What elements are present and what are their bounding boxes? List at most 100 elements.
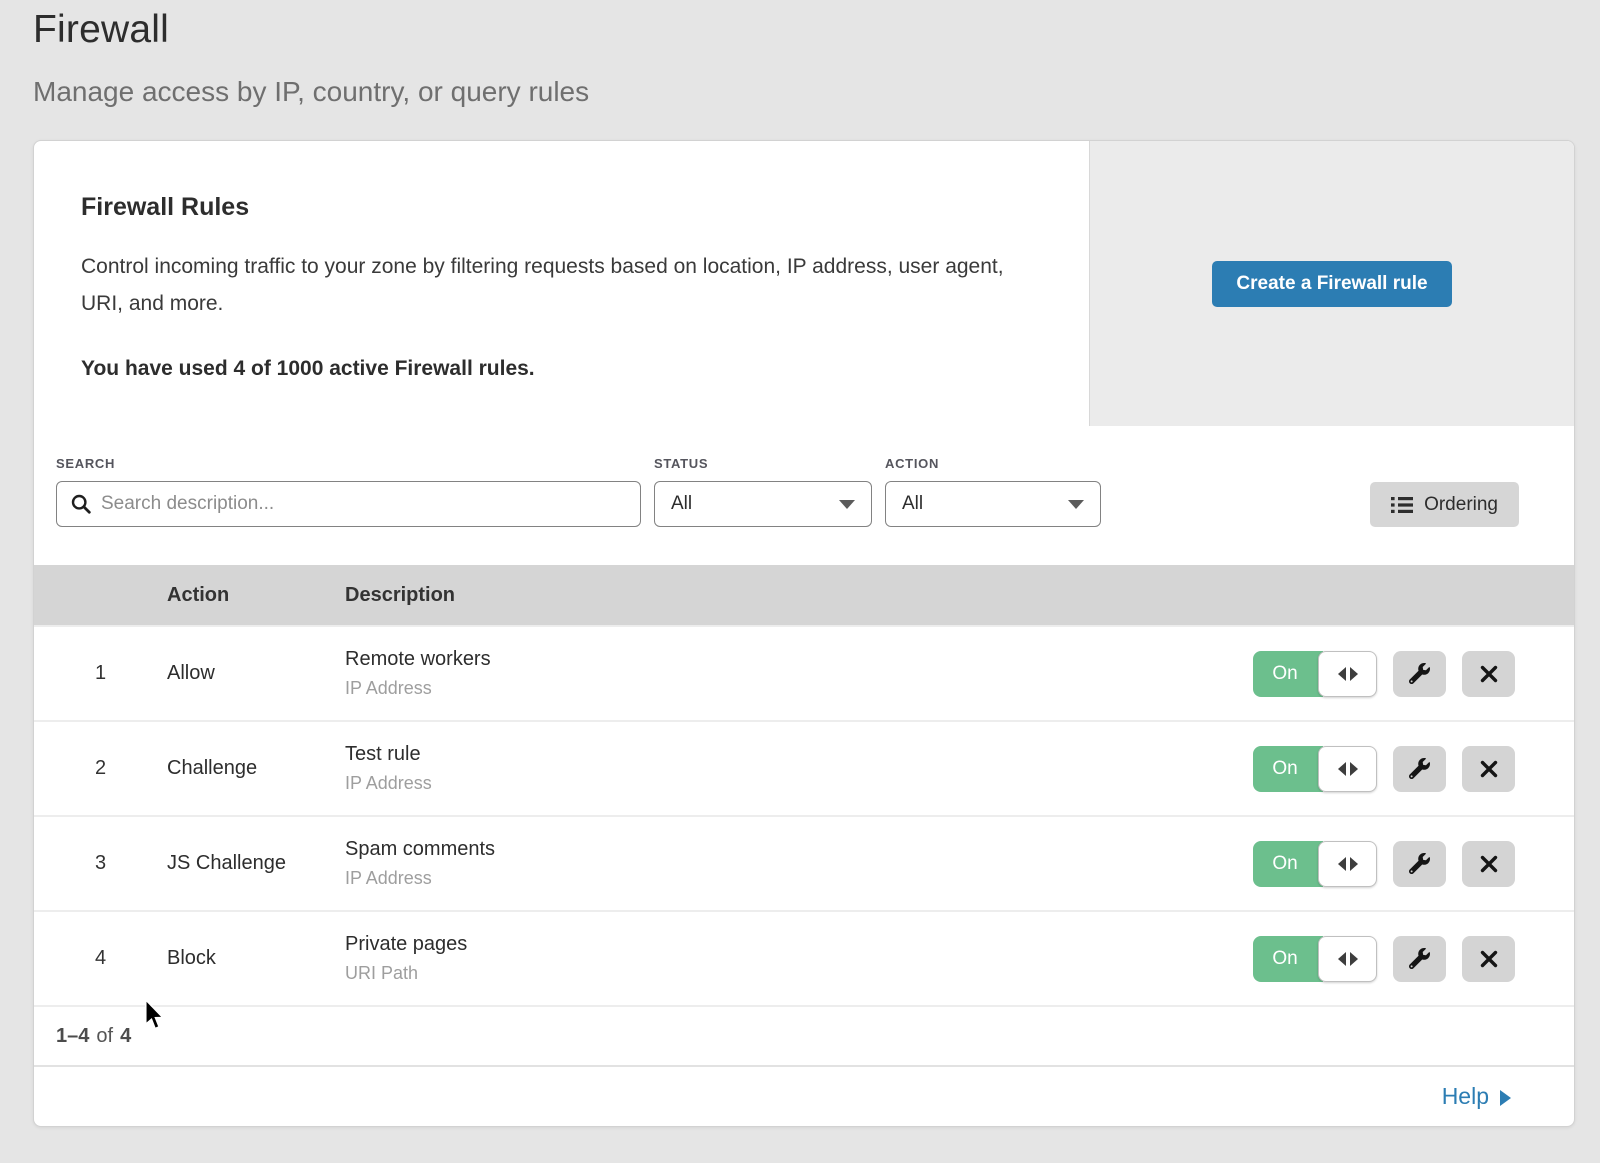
toggle-handle[interactable] bbox=[1318, 841, 1377, 887]
action-label: ACTION bbox=[885, 456, 1101, 471]
action-column-header: Action bbox=[167, 584, 345, 607]
delete-rule-button[interactable] bbox=[1462, 651, 1515, 697]
pagination-total: 4 bbox=[120, 1025, 131, 1048]
rule-priority: 2 bbox=[34, 757, 167, 780]
rule-enabled-toggle[interactable]: On bbox=[1253, 936, 1377, 982]
rule-action: JS Challenge bbox=[167, 852, 345, 875]
status-filter-group: STATUS All bbox=[654, 456, 872, 527]
ordered-list-icon bbox=[1391, 496, 1413, 514]
toggle-handle[interactable] bbox=[1318, 746, 1377, 792]
table-row: 3 JS Challenge Spam comments IP Address … bbox=[34, 815, 1574, 910]
rule-description: Test rule bbox=[345, 743, 1214, 766]
rule-match-type: IP Address bbox=[345, 868, 1214, 889]
pagination-of: of bbox=[96, 1025, 113, 1048]
rule-match-type: IP Address bbox=[345, 773, 1214, 794]
edit-rule-button[interactable] bbox=[1393, 651, 1446, 697]
close-icon bbox=[1479, 759, 1499, 779]
rule-description-cell: Remote workers IP Address bbox=[345, 648, 1214, 699]
status-selected-value: All bbox=[671, 493, 692, 515]
action-select[interactable]: All bbox=[885, 481, 1101, 527]
caret-right-icon bbox=[1500, 1090, 1511, 1106]
search-icon bbox=[71, 494, 91, 514]
rule-enabled-toggle[interactable]: On bbox=[1253, 841, 1377, 887]
rule-controls: On bbox=[1214, 651, 1574, 697]
table-row: 4 Block Private pages URI Path On bbox=[34, 910, 1574, 1005]
search-input[interactable] bbox=[101, 493, 626, 515]
toggle-on-label: On bbox=[1253, 936, 1323, 982]
edit-rule-button[interactable] bbox=[1393, 936, 1446, 982]
rule-description: Remote workers bbox=[345, 648, 1214, 671]
close-icon bbox=[1479, 949, 1499, 969]
rule-enabled-toggle[interactable]: On bbox=[1253, 651, 1377, 697]
search-label: SEARCH bbox=[56, 456, 641, 471]
arrow-left-icon bbox=[1338, 762, 1346, 776]
chevron-down-icon bbox=[1068, 500, 1084, 509]
help-link-label: Help bbox=[1442, 1083, 1489, 1110]
search-filter-group: SEARCH bbox=[56, 456, 641, 527]
rule-controls: On bbox=[1214, 936, 1574, 982]
ordering-button[interactable]: Ordering bbox=[1370, 482, 1519, 527]
filters-bar: SEARCH STATUS All ACTION All bbox=[34, 426, 1574, 565]
info-text-block: Firewall Rules Control incoming traffic … bbox=[34, 141, 1089, 426]
help-link[interactable]: Help bbox=[1442, 1083, 1511, 1110]
edit-rule-button[interactable] bbox=[1393, 746, 1446, 792]
firewall-rules-card: Firewall Rules Control incoming traffic … bbox=[33, 140, 1575, 1127]
rule-description-cell: Private pages URI Path bbox=[345, 933, 1214, 984]
table-row: 1 Allow Remote workers IP Address On bbox=[34, 625, 1574, 720]
status-label: STATUS bbox=[654, 456, 872, 471]
card-footer: Help bbox=[34, 1065, 1574, 1126]
toggle-handle[interactable] bbox=[1318, 651, 1377, 697]
table-row: 2 Challenge Test rule IP Address On bbox=[34, 720, 1574, 815]
arrow-left-icon bbox=[1338, 952, 1346, 966]
rule-controls: On bbox=[1214, 841, 1574, 887]
rule-match-type: IP Address bbox=[345, 678, 1214, 699]
action-selected-value: All bbox=[902, 493, 923, 515]
section-heading: Firewall Rules bbox=[81, 193, 1029, 222]
toggle-handle[interactable] bbox=[1318, 936, 1377, 982]
pagination-bar: 1–4 of 4 bbox=[34, 1005, 1574, 1065]
wrench-icon bbox=[1409, 948, 1430, 969]
status-select[interactable]: All bbox=[654, 481, 872, 527]
arrow-left-icon bbox=[1338, 667, 1346, 681]
wrench-icon bbox=[1409, 663, 1430, 684]
delete-rule-button[interactable] bbox=[1462, 936, 1515, 982]
rule-enabled-toggle[interactable]: On bbox=[1253, 746, 1377, 792]
cta-panel: Create a Firewall rule bbox=[1089, 141, 1574, 426]
close-icon bbox=[1479, 664, 1499, 684]
arrow-right-icon bbox=[1350, 952, 1358, 966]
delete-rule-button[interactable] bbox=[1462, 841, 1515, 887]
rule-description: Private pages bbox=[345, 933, 1214, 956]
info-section: Firewall Rules Control incoming traffic … bbox=[34, 141, 1574, 426]
create-firewall-rule-button[interactable]: Create a Firewall rule bbox=[1212, 261, 1451, 307]
section-description: Control incoming traffic to your zone by… bbox=[81, 248, 1029, 322]
rule-action: Block bbox=[167, 947, 345, 970]
page-title: Firewall bbox=[33, 8, 1600, 52]
toggle-on-label: On bbox=[1253, 841, 1323, 887]
rule-match-type: URI Path bbox=[345, 963, 1214, 984]
wrench-icon bbox=[1409, 758, 1430, 779]
search-box[interactable] bbox=[56, 481, 641, 527]
arrow-right-icon bbox=[1350, 667, 1358, 681]
edit-rule-button[interactable] bbox=[1393, 841, 1446, 887]
rule-action: Allow bbox=[167, 662, 345, 685]
usage-note: You have used 4 of 1000 active Firewall … bbox=[81, 357, 1029, 381]
rule-description-cell: Spam comments IP Address bbox=[345, 838, 1214, 889]
rules-table: Action Description 1 Allow Remote worker… bbox=[34, 565, 1574, 1126]
rule-priority: 1 bbox=[34, 662, 167, 685]
rule-controls: On bbox=[1214, 746, 1574, 792]
delete-rule-button[interactable] bbox=[1462, 746, 1515, 792]
wrench-icon bbox=[1409, 853, 1430, 874]
pagination-range: 1–4 bbox=[56, 1025, 89, 1048]
rule-description-cell: Test rule IP Address bbox=[345, 743, 1214, 794]
close-icon bbox=[1479, 854, 1499, 874]
description-column-header: Description bbox=[345, 584, 1214, 607]
page-subtitle: Manage access by IP, country, or query r… bbox=[33, 76, 1600, 108]
arrow-left-icon bbox=[1338, 857, 1346, 871]
arrow-right-icon bbox=[1350, 762, 1358, 776]
rule-action: Challenge bbox=[167, 757, 345, 780]
page-header: Firewall Manage access by IP, country, o… bbox=[0, 0, 1600, 108]
rule-description: Spam comments bbox=[345, 838, 1214, 861]
action-filter-group: ACTION All bbox=[885, 456, 1101, 527]
rule-priority: 4 bbox=[34, 947, 167, 970]
chevron-down-icon bbox=[839, 500, 855, 509]
